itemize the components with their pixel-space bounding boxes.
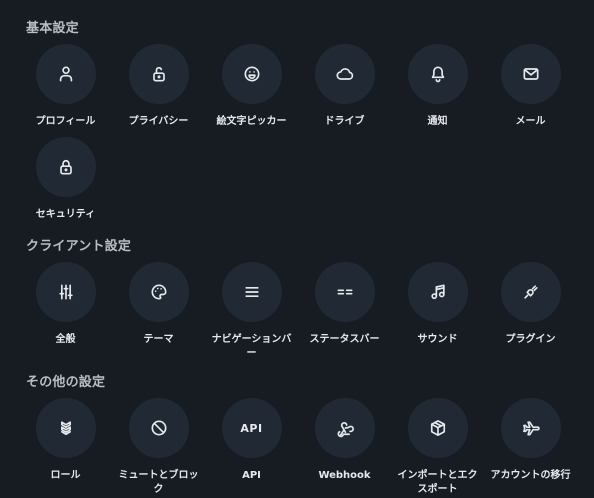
api-button[interactable]: API bbox=[221, 398, 282, 458]
settings-item-account-migration[interactable]: アカウントの移行 bbox=[484, 398, 577, 497]
settings-item-plugins[interactable]: プラグイン bbox=[484, 262, 577, 361]
settings-item-sound[interactable]: サウンド bbox=[391, 262, 484, 361]
import-export-button[interactable] bbox=[407, 398, 468, 458]
navbar-button[interactable] bbox=[221, 262, 282, 322]
sound-button[interactable] bbox=[407, 262, 468, 322]
lock-icon bbox=[59, 159, 72, 175]
settings-item-security[interactable]: セキュリティ bbox=[19, 137, 112, 222]
settings-item-label: 通知 bbox=[427, 116, 448, 127]
plugins-button[interactable] bbox=[500, 262, 561, 322]
theme-button[interactable] bbox=[128, 262, 189, 322]
settings-item-label: インポートとエクスポート bbox=[397, 470, 478, 495]
settings-item-label: プラグイン bbox=[505, 334, 556, 345]
music-icon bbox=[430, 284, 445, 300]
webhook-icon bbox=[337, 422, 354, 438]
section-title-other: その他の設定 bbox=[26, 375, 106, 390]
settings-item-statusbar[interactable]: ステータスバー bbox=[298, 262, 391, 361]
cloud-icon bbox=[335, 68, 353, 80]
settings-item-label: セキュリティ bbox=[35, 209, 96, 220]
settings-item-api[interactable]: API API bbox=[205, 398, 298, 497]
section-title-client: クライアント設定 bbox=[26, 239, 132, 254]
settings-item-label: ミュートとブロック bbox=[118, 470, 199, 495]
settings-item-label: ロール bbox=[50, 470, 81, 481]
mail-button[interactable] bbox=[500, 44, 561, 104]
settings-item-label: ナビゲーションバー bbox=[211, 334, 292, 359]
settings-item-notifications[interactable]: 通知 bbox=[391, 44, 484, 129]
menu-icon bbox=[244, 287, 259, 297]
roles-button[interactable] bbox=[35, 398, 96, 458]
settings-item-navbar[interactable]: ナビゲーションバー bbox=[205, 262, 298, 361]
settings-item-theme[interactable]: テーマ bbox=[112, 262, 205, 361]
smile-icon bbox=[244, 66, 259, 82]
settings-item-general[interactable]: 全般 bbox=[19, 262, 112, 361]
general-button[interactable] bbox=[35, 262, 96, 322]
bell-icon bbox=[431, 66, 444, 83]
account-migration-button[interactable] bbox=[500, 398, 561, 458]
sliders-icon bbox=[58, 284, 73, 300]
mail-icon bbox=[523, 68, 538, 80]
settings-item-drive[interactable]: ドライブ bbox=[298, 44, 391, 129]
settings-item-mute-block[interactable]: ミュートとブロック bbox=[112, 398, 205, 497]
emoji-picker-button[interactable] bbox=[221, 44, 282, 104]
badges-icon bbox=[60, 421, 71, 436]
settings-item-label: 絵文字ピッカー bbox=[216, 116, 287, 127]
client-settings-grid: 全般 テーマ ナビゲーションバー ステータスバー サウンド プラグイン bbox=[19, 262, 579, 361]
settings-item-roles[interactable]: ロール bbox=[19, 398, 112, 497]
settings-item-label: 全般 bbox=[55, 334, 76, 345]
settings-item-label: アカウントの移行 bbox=[490, 470, 571, 481]
plane-icon bbox=[522, 421, 540, 436]
settings-item-emoji-picker[interactable]: 絵文字ピッカー bbox=[205, 44, 298, 129]
settings-item-profile[interactable]: プロフィール bbox=[19, 44, 112, 129]
notifications-button[interactable] bbox=[407, 44, 468, 104]
settings-item-label: API bbox=[242, 470, 261, 481]
mute-block-button[interactable] bbox=[128, 398, 189, 458]
settings-item-label: プロフィール bbox=[35, 116, 96, 127]
settings-item-label: Webhook bbox=[318, 470, 371, 481]
statusbar-button[interactable] bbox=[314, 262, 375, 322]
other-settings-grid: ロール ミュートとブロック API API Webhook インポートとエクスポ… bbox=[19, 398, 579, 497]
drive-button[interactable] bbox=[314, 44, 375, 104]
settings-item-privacy[interactable]: プライバシー bbox=[112, 44, 205, 129]
basic-settings-grid: プロフィール プライバシー 絵文字ピッカー ドライブ 通知 メール セキュリティ bbox=[19, 44, 579, 222]
settings-item-mail[interactable]: メール bbox=[484, 44, 577, 129]
settings-item-label: サウンド bbox=[417, 334, 458, 345]
settings-item-label: テーマ bbox=[143, 334, 174, 345]
settings-item-webhook[interactable]: Webhook bbox=[298, 398, 391, 497]
equal-icon bbox=[337, 289, 352, 295]
package-icon bbox=[430, 420, 445, 436]
settings-item-label: ステータスバー bbox=[309, 334, 380, 345]
settings-item-label: メール bbox=[515, 116, 546, 127]
settings-item-label: ドライブ bbox=[324, 116, 365, 127]
settings-item-import-export[interactable]: インポートとエクスポート bbox=[391, 398, 484, 497]
privacy-button[interactable] bbox=[128, 44, 189, 104]
security-button[interactable] bbox=[35, 137, 96, 197]
plug-icon bbox=[523, 285, 538, 299]
settings-item-label: プライバシー bbox=[128, 116, 189, 127]
user-icon bbox=[59, 66, 72, 82]
profile-button[interactable] bbox=[35, 44, 96, 104]
webhook-button[interactable] bbox=[314, 398, 375, 458]
palette-icon bbox=[151, 284, 166, 300]
api-icon: API bbox=[240, 421, 263, 435]
section-title-basic: 基本設定 bbox=[26, 21, 79, 36]
lock-open-icon bbox=[152, 67, 165, 82]
ban-icon bbox=[151, 420, 166, 436]
